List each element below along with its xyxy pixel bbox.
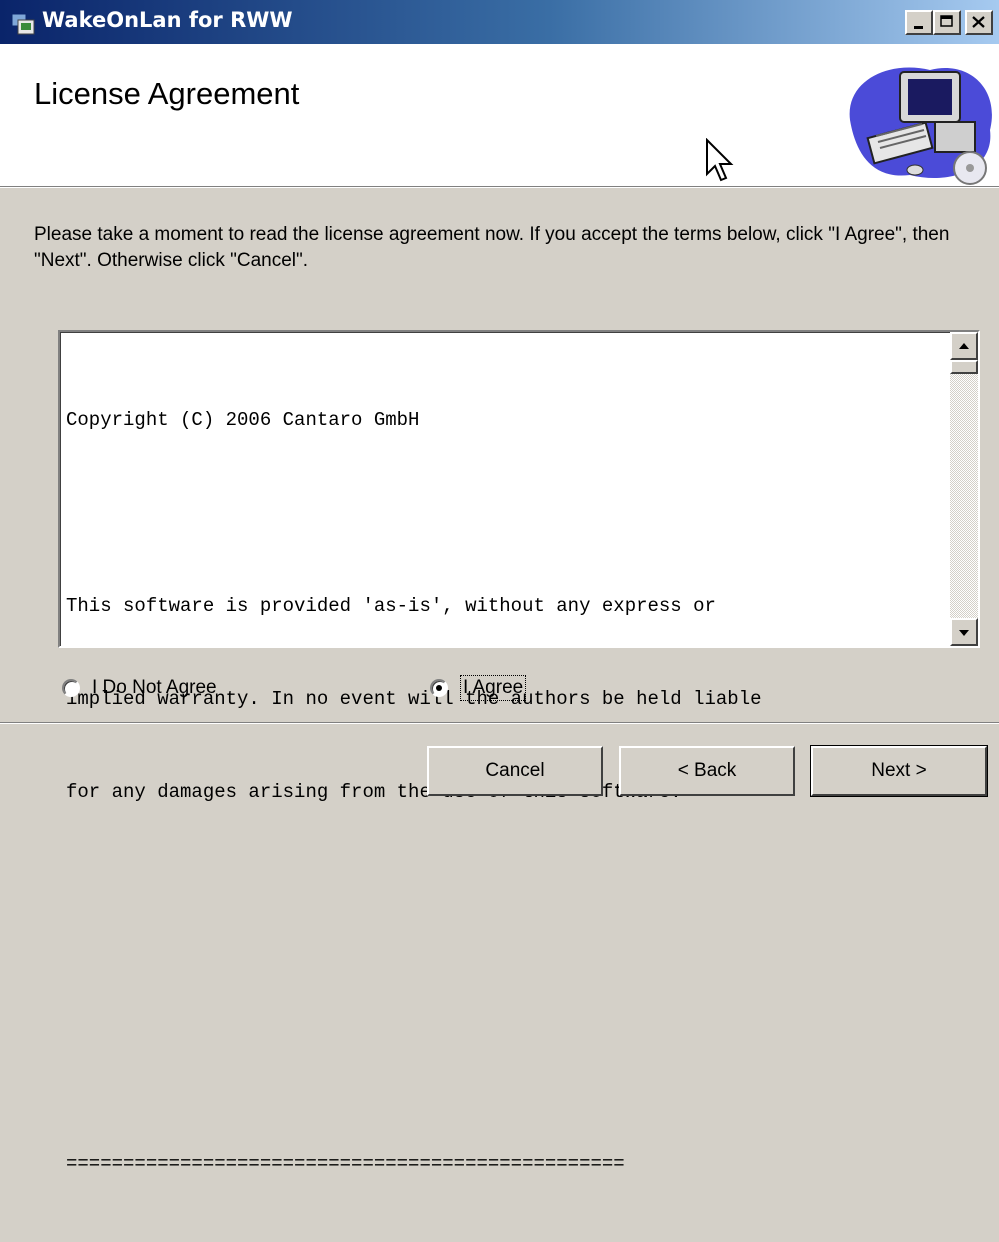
- next-button[interactable]: Next >: [810, 745, 988, 797]
- scroll-up-button[interactable]: [950, 332, 978, 360]
- license-line: ========================================…: [66, 1153, 625, 1175]
- arrow-down-icon: [959, 630, 969, 636]
- radio-agree[interactable]: I Agree: [430, 674, 527, 702]
- scrollbar-thumb[interactable]: [950, 360, 978, 374]
- window-title: WakeOnLan for RWW: [42, 8, 293, 32]
- license-line: This software is provided 'as-is', witho…: [66, 595, 716, 617]
- title-bar[interactable]: WakeOnLan for RWW: [0, 0, 999, 44]
- license-line: Copyright (C) 2006 Cantaro GmbH: [66, 409, 420, 431]
- radio-do-not-agree[interactable]: I Do Not Agree: [62, 674, 217, 702]
- back-button[interactable]: < Back: [619, 746, 795, 796]
- radio-circle-unselected[interactable]: [62, 679, 80, 697]
- computer-setup-icon: [849, 67, 992, 185]
- radio-agree-label: I Agree: [460, 675, 527, 701]
- scroll-down-button[interactable]: [950, 618, 978, 646]
- page-title: License Agreement: [34, 76, 300, 111]
- minimize-icon: [914, 26, 923, 29]
- radio-dot: [436, 685, 442, 691]
- maximize-button[interactable]: [933, 10, 961, 35]
- license-text-area[interactable]: Copyright (C) 2006 Cantaro GmbH ​ This s…: [60, 332, 950, 1175]
- arrow-up-icon: [959, 343, 969, 349]
- mouse-pointer-icon: [706, 138, 734, 182]
- intro-text: Please take a moment to read the license…: [34, 224, 950, 271]
- license-line: ​: [66, 498, 762, 529]
- installer-window: WakeOnLan for RWW License Agreement Plea…: [0, 0, 999, 1175]
- vertical-scrollbar[interactable]: [950, 332, 978, 646]
- close-button[interactable]: [965, 10, 993, 35]
- minimize-button[interactable]: [905, 10, 933, 35]
- wizard-header: License Agreement: [0, 44, 999, 186]
- radio-circle-selected[interactable]: [430, 679, 448, 697]
- cancel-button[interactable]: Cancel: [427, 746, 603, 796]
- license-line: ​: [66, 963, 762, 994]
- license-line: ​: [66, 870, 762, 901]
- license-line: ​: [66, 1056, 762, 1087]
- footer-divider-highlight: [0, 723, 999, 724]
- license-textbox[interactable]: Copyright (C) 2006 Cantaro GmbH ​ This s…: [58, 330, 980, 1175]
- header-divider-highlight: [0, 187, 999, 188]
- close-icon: [972, 16, 985, 28]
- maximize-icon: [940, 15, 953, 27]
- radio-do-not-agree-label: I Do Not Agree: [92, 677, 217, 698]
- installer-app-icon: [11, 13, 35, 35]
